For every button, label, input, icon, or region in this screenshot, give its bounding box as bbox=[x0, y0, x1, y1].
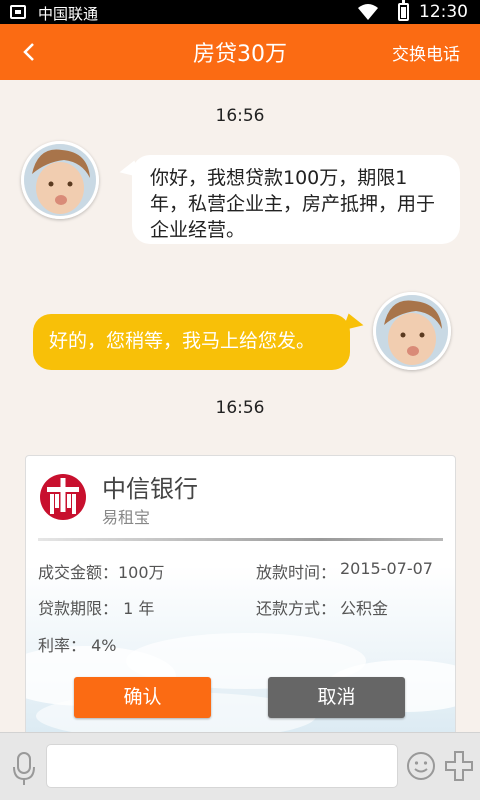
card-divider bbox=[38, 538, 443, 541]
cancel-button[interactable]: 取消 bbox=[268, 677, 405, 718]
plus-icon[interactable] bbox=[444, 750, 474, 782]
loan-amount: 成交金额：100万 bbox=[38, 563, 165, 582]
message-timestamp: 16:56 bbox=[215, 106, 265, 126]
product-name: 易租宝 bbox=[102, 508, 151, 527]
switch-phone-button[interactable]: 交换电话 bbox=[392, 40, 460, 65]
user-avatar[interactable] bbox=[373, 292, 451, 370]
interest-rate: 利率： 4% bbox=[38, 636, 117, 655]
status-bar: 中国联通 12:30 bbox=[0, 0, 480, 24]
microphone-icon[interactable] bbox=[10, 745, 38, 789]
message-input[interactable] bbox=[46, 744, 398, 788]
repayment-value: 公积金 bbox=[340, 599, 389, 618]
battery-icon bbox=[398, 0, 409, 21]
citic-bank-logo bbox=[40, 474, 86, 520]
incoming-message[interactable]: 你好，我想贷款100万，期限1年，私营企业主，房产抵押，用于企业经营。 bbox=[132, 155, 460, 244]
outgoing-message[interactable]: 好的，您稍等，我马上给您发。 bbox=[33, 314, 350, 370]
loan-offer-card[interactable]: 中信银行 易租宝 成交金额：100万 放款时间： 2015-07-07 贷款期限… bbox=[25, 455, 456, 745]
loan-term: 贷款期限： 1 年 bbox=[38, 599, 155, 618]
input-bar bbox=[0, 732, 480, 800]
emoji-icon[interactable] bbox=[406, 751, 436, 781]
wifi-icon bbox=[358, 4, 378, 20]
release-time-value: 2015-07-07 bbox=[340, 559, 433, 578]
title-bar: 房贷30万 交换电话 bbox=[0, 24, 480, 80]
notification-icon bbox=[10, 5, 26, 19]
repayment-label: 还款方式： bbox=[256, 599, 337, 618]
message-timestamp: 16:56 bbox=[215, 398, 265, 418]
bank-name: 中信银行 bbox=[102, 475, 198, 503]
sender-avatar[interactable] bbox=[21, 141, 99, 219]
release-time-label: 放款时间： bbox=[256, 563, 337, 582]
carrier-name: 中国联通 bbox=[38, 5, 99, 23]
confirm-button[interactable]: 确认 bbox=[74, 677, 211, 718]
clock: 12:30 bbox=[419, 2, 468, 22]
